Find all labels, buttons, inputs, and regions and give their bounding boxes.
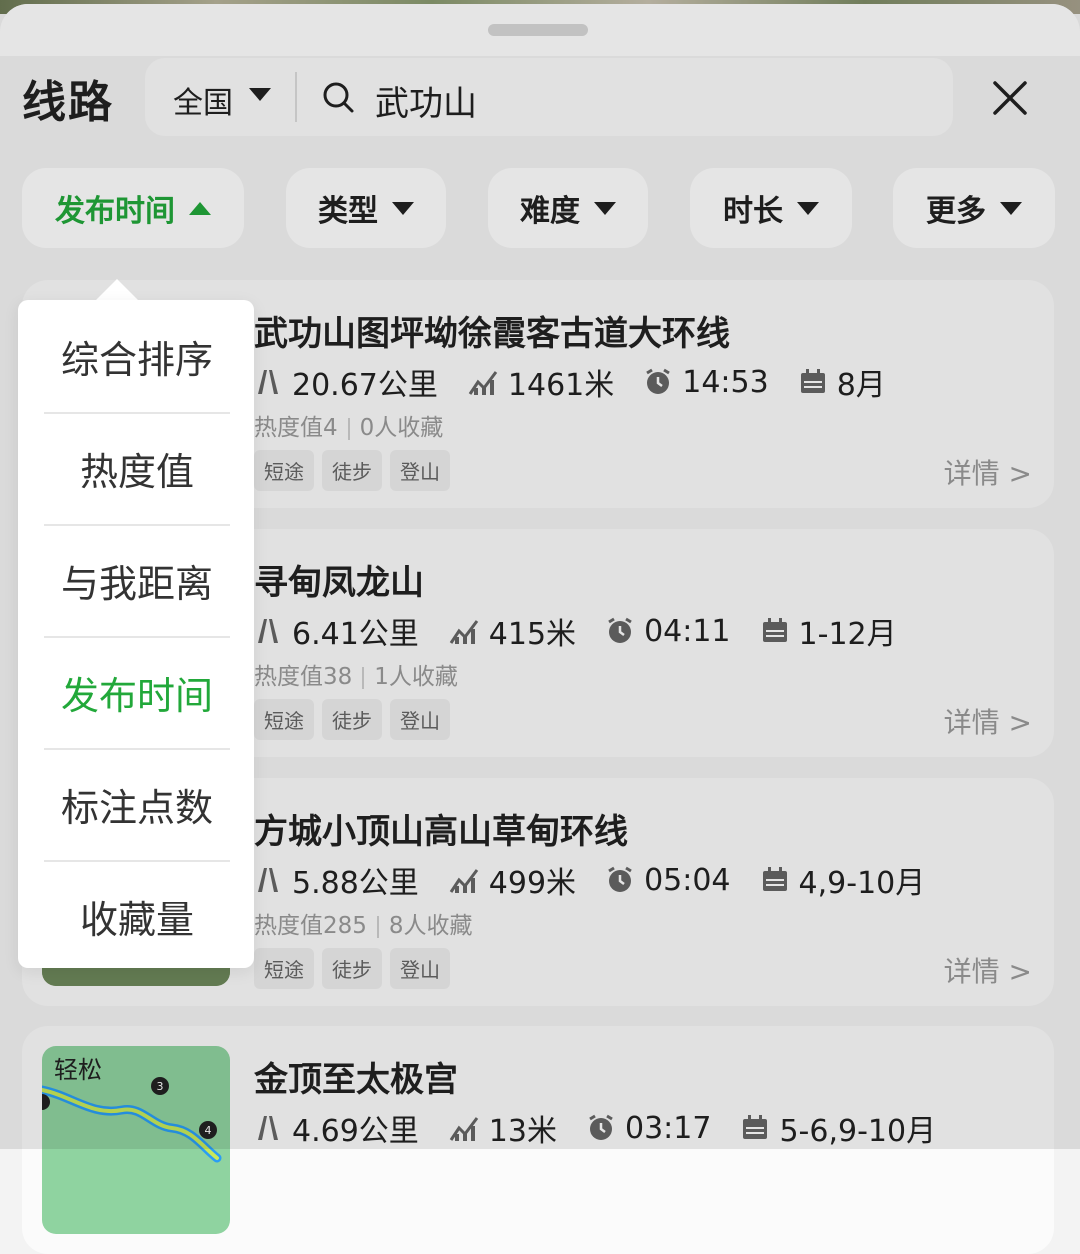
sort-dropdown: 综合排序 热度值 与我距离 发布时间 标注点数 收藏量 <box>18 300 254 968</box>
sort-option-markers[interactable]: 标注点数 <box>44 748 230 862</box>
sort-option-comprehensive[interactable]: 综合排序 <box>44 300 230 414</box>
sort-option-favorites[interactable]: 收藏量 <box>44 860 230 972</box>
sort-option-distance[interactable]: 与我距离 <box>44 524 230 638</box>
dropdown-pointer <box>95 279 139 301</box>
sort-option-heat[interactable]: 热度值 <box>44 412 230 526</box>
sort-option-publish-time[interactable]: 发布时间 <box>44 636 230 750</box>
